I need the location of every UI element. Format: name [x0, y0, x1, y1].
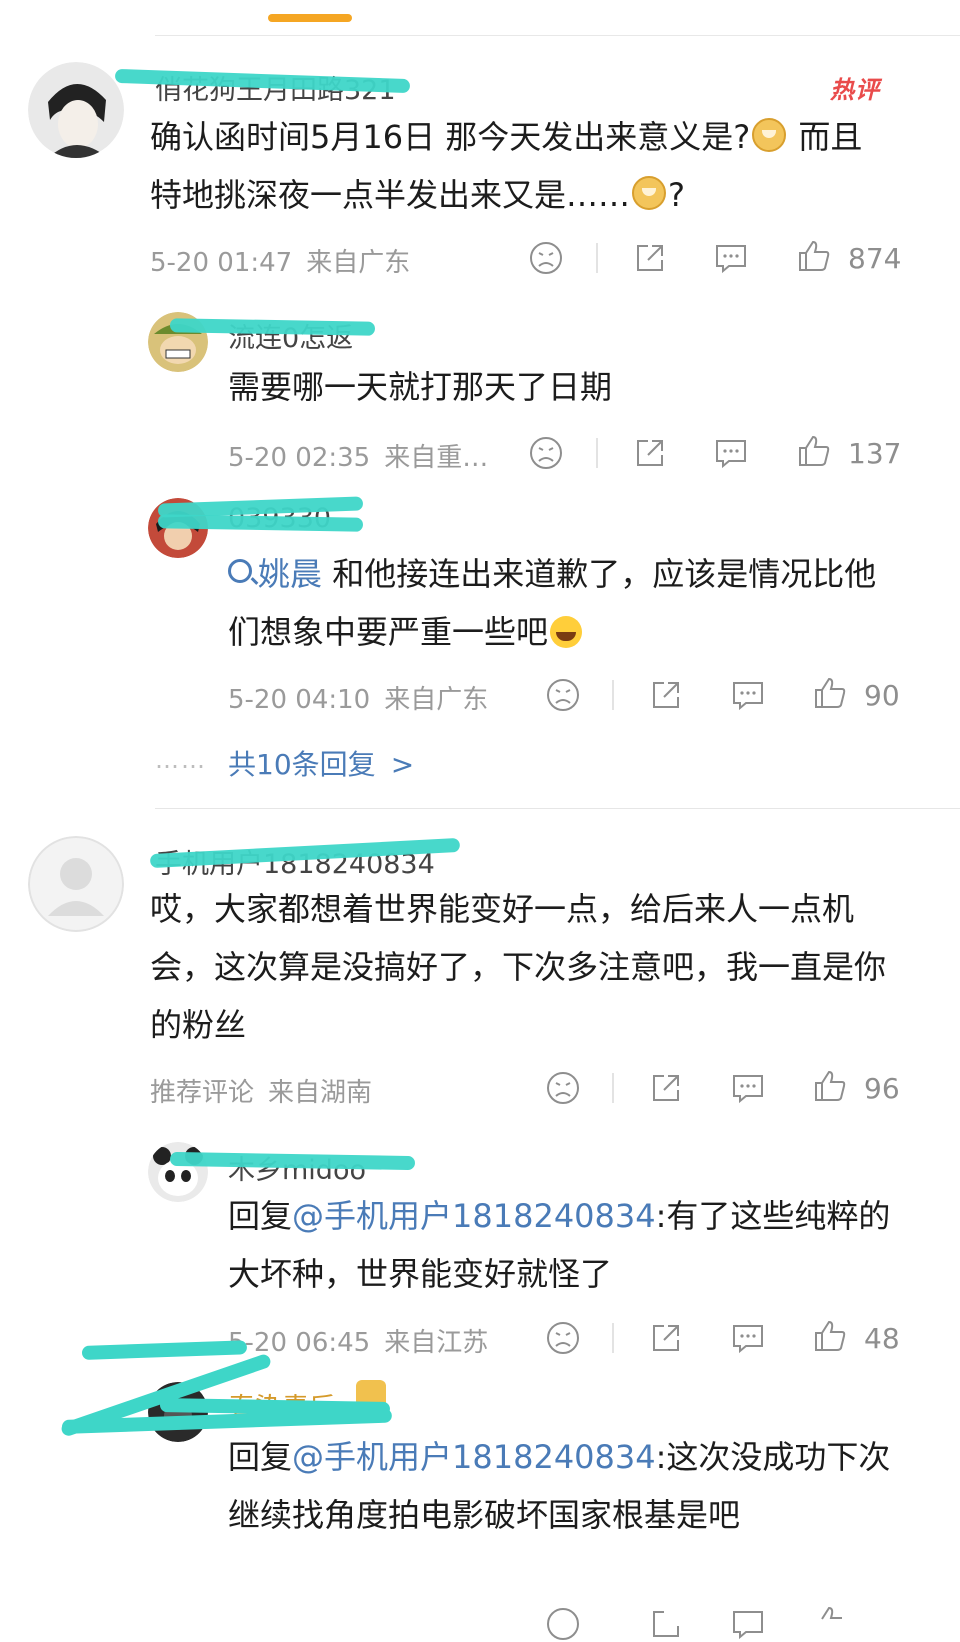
divider [596, 438, 598, 468]
doge-emoji-icon [752, 118, 787, 152]
comment-location: 来自广东 [384, 685, 489, 715]
share-icon[interactable] [632, 435, 668, 471]
like-icon[interactable] [812, 675, 848, 711]
like-icon[interactable] [796, 433, 832, 469]
comment-location: 来自湖南 [268, 1078, 373, 1108]
like-count: 90 [864, 679, 900, 712]
laugh-emoji-icon [550, 616, 583, 648]
mention-link[interactable]: @手机用户1818240834 [292, 1197, 656, 1235]
comment-icon[interactable] [730, 677, 766, 713]
like-icon[interactable] [812, 1068, 848, 1104]
chevron-right-icon: > [390, 748, 415, 781]
comment-location: 来自重… [384, 443, 489, 473]
comment-meta: 推荐评论 来自湖南 [150, 1072, 372, 1109]
comment-tag: 推荐评论 [150, 1078, 255, 1108]
dislike-icon[interactable] [545, 1070, 581, 1106]
comment-meta: 5-20 02:35 来自重… [228, 437, 488, 474]
comment-text: 需要哪一天就打那天了日期 [228, 368, 613, 406]
comment-text-part: 确认函时间5月16日 那今天发出来意义是? [150, 118, 751, 156]
like-count: 137 [848, 437, 902, 470]
redaction-scribble [81, 1340, 248, 1360]
hot-comment-badge: 热评 [830, 76, 880, 104]
dislike-icon[interactable] [545, 677, 581, 713]
share-icon[interactable] [648, 1070, 684, 1106]
divider [612, 1073, 614, 1103]
dislike-icon[interactable] [528, 240, 564, 276]
like-count: 48 [864, 1322, 900, 1355]
comment-location: 来自广东 [306, 248, 411, 278]
comment-time: 5-20 02:35 [228, 443, 371, 473]
more-replies-dots: …… [155, 746, 207, 774]
comment-icon[interactable] [730, 1070, 766, 1106]
like-count: 96 [864, 1072, 900, 1105]
comment-icon[interactable] [713, 240, 749, 276]
search-icon [228, 559, 252, 583]
comment-meta: 5-20 01:47 来自广东 [150, 242, 410, 279]
mention-link[interactable]: @手机用户1818240834 [292, 1438, 656, 1476]
like-icon[interactable] [812, 1604, 848, 1640]
mention-text: 姚晨 [258, 555, 323, 593]
dislike-icon[interactable] [528, 435, 564, 471]
share-icon[interactable] [648, 1320, 684, 1356]
divider [612, 680, 614, 710]
like-icon[interactable] [796, 238, 832, 274]
avatar[interactable] [28, 62, 124, 158]
like-icon[interactable] [812, 1318, 848, 1354]
dislike-icon[interactable] [545, 1320, 581, 1356]
divider [155, 808, 960, 809]
dislike-icon[interactable] [545, 1606, 581, 1642]
comment-text: 回复@手机用户1818240834:有了这些纯粹的大坏种，世界能变好就怪了 [228, 1187, 898, 1303]
comment-meta: 5-20 04:10 来自广东 [228, 679, 488, 716]
share-icon[interactable] [648, 677, 684, 713]
comment-time: 5-20 04:10 [228, 685, 371, 715]
more-replies-label: 共10条回复 [228, 748, 376, 781]
comment-icon[interactable] [730, 1320, 766, 1356]
divider [155, 35, 960, 36]
comment-text: 姚晨 和他接连出来道歉了，应该是情况比他们想象中要严重一些吧 [228, 545, 908, 661]
comment-icon[interactable] [713, 435, 749, 471]
comment-location: 来自江苏 [384, 1328, 489, 1358]
comment-meta: 5-20 06:45 来自江苏 [228, 1322, 488, 1359]
doge-emoji-icon [632, 176, 667, 210]
active-tab-indicator [268, 14, 352, 22]
share-icon[interactable] [632, 240, 668, 276]
divider [612, 1323, 614, 1353]
like-count: 874 [848, 242, 902, 275]
divider [596, 243, 598, 273]
avatar[interactable] [28, 836, 124, 932]
reply-prefix: 回复 [228, 1438, 293, 1476]
more-replies-link[interactable]: 共10条回复 > [228, 743, 414, 783]
comment-time: 5-20 06:45 [228, 1328, 371, 1358]
comment-text: 确认函时间5月16日 那今天发出来意义是? 而且特地挑深夜一点半发出来又是……? [150, 108, 890, 224]
reply-prefix: 回复 [228, 1197, 293, 1235]
share-icon[interactable] [648, 1606, 684, 1642]
comment-text: 回复@手机用户1818240834:这次没成功下次继续找角度拍电影破坏国家根基是… [228, 1428, 898, 1544]
comment-text-part: ? [668, 176, 685, 214]
comment-text: 哎，大家都想着世界能变好一点，给后来人一点机会，这次算是没搞好了，下次多注意吧，… [150, 890, 887, 1044]
mention-link[interactable]: 姚晨 [228, 555, 322, 593]
comment-time: 5-20 01:47 [150, 248, 293, 278]
comment-icon[interactable] [730, 1606, 766, 1642]
avatar[interactable] [148, 1142, 208, 1202]
